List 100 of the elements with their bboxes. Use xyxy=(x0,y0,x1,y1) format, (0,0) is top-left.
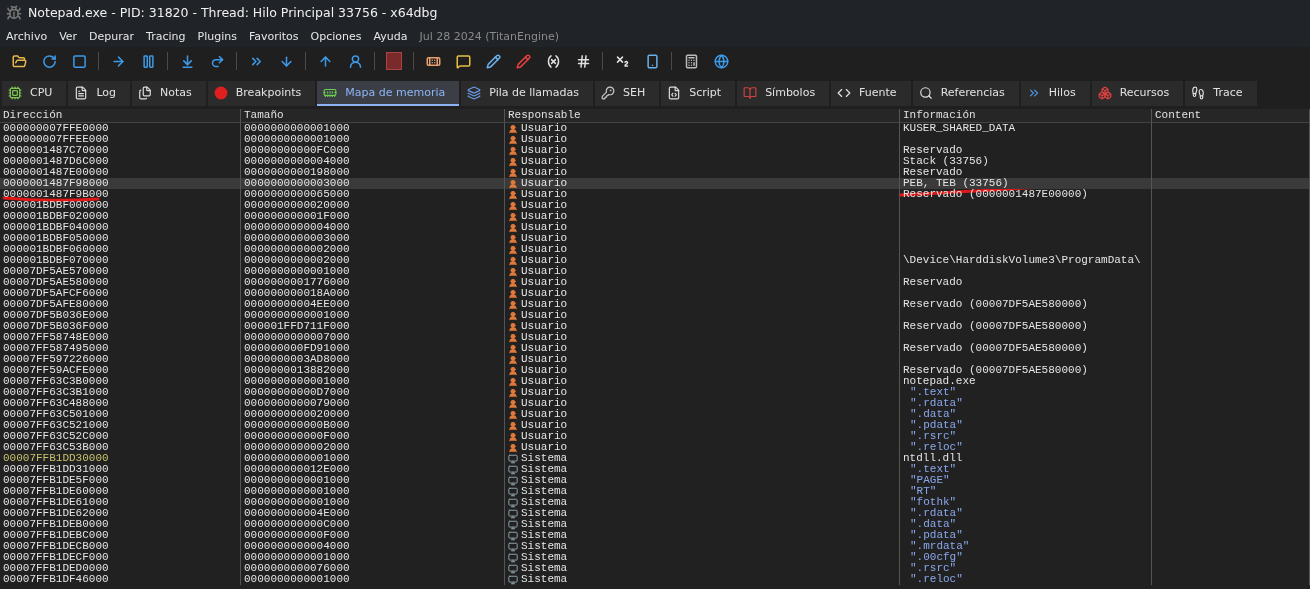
table-cell: 00007FFB1DF46000 xyxy=(0,574,241,585)
tab[interactable]: CPU xyxy=(2,81,67,106)
table-cell: ".rdata" xyxy=(900,508,1152,519)
stack-icon xyxy=(467,85,482,100)
arrow-right-icon xyxy=(110,53,126,69)
table-cell: 0000000000001000 xyxy=(241,310,505,321)
table-cell: 000001BDBF060000 xyxy=(0,244,241,255)
table-cell: 00007DF5B036E000 xyxy=(0,310,241,321)
owner-text: Usuario xyxy=(521,376,568,387)
device-icon xyxy=(644,53,660,69)
tab[interactable]: Símbolos xyxy=(737,81,830,106)
table-cell: 000000000000F000 xyxy=(241,530,505,541)
table-cell: ".rsrc" xyxy=(900,563,1152,574)
table-cell: 000001BDBF040000 xyxy=(0,222,241,233)
table-cell: ".reloc" xyxy=(900,574,1152,585)
footprints-icon xyxy=(1191,85,1206,100)
table-cell: notepad.exe xyxy=(900,376,1152,387)
owner-text: Sistema xyxy=(521,563,568,574)
table-cell: 0000000000001000 xyxy=(241,134,505,145)
tab[interactable]: Recursos xyxy=(1091,81,1184,106)
table-cell: ".data" xyxy=(900,519,1152,530)
menu-item[interactable]: Tracing xyxy=(142,27,194,45)
table-cell: KUSER_SHARED_DATA xyxy=(900,123,1152,134)
column-header[interactable]: Tamaño xyxy=(241,109,505,123)
table-cell: 00007FF58748E000 xyxy=(0,332,241,343)
table-cell: ntdll.dll xyxy=(900,453,1152,464)
step-over-icon xyxy=(209,53,225,69)
table-cell: 00007FF63C3B1000 xyxy=(0,387,241,398)
owner-text: Usuario xyxy=(521,167,568,178)
table-cell: Reservado (00007DF5AE580000) xyxy=(900,343,1152,354)
pause-icon xyxy=(140,53,156,69)
table-cell: ".rsrc" xyxy=(900,431,1152,442)
tab[interactable]: Hilos xyxy=(1020,81,1090,106)
owner-text: Usuario xyxy=(521,310,568,321)
tab[interactable]: Referencias xyxy=(912,81,1019,106)
pencil-icon xyxy=(515,53,531,69)
table-cell: 0000000000003000 xyxy=(241,233,505,244)
table-cell: 000000000000C000 xyxy=(241,519,505,530)
table-cell: 000001BDBF020000 xyxy=(0,211,241,222)
owner-text: Usuario xyxy=(521,266,568,277)
owner-text: Usuario xyxy=(521,365,568,376)
tab[interactable]: Log xyxy=(68,81,131,106)
tab[interactable]: Notas xyxy=(132,81,206,106)
table-cell: 0000000000001000 xyxy=(241,123,505,134)
table-cell: 000001BDBF000000 xyxy=(0,200,241,211)
column-header[interactable]: Content xyxy=(1152,109,1310,123)
table-cell: 000000007FFE0000 xyxy=(0,123,241,134)
menu-item[interactable]: Ver xyxy=(55,27,86,45)
cpu-icon xyxy=(8,85,22,100)
tab[interactable]: Pila de llamadas xyxy=(461,81,593,106)
table-cell: 0000000000002000 xyxy=(241,244,505,255)
tab[interactable]: Script xyxy=(661,81,736,106)
build-note: Jul 28 2024 (TitanEngine) xyxy=(418,29,559,43)
table-cell: 0000000000020000 xyxy=(241,200,505,211)
table-cell: 00007FFB1DE61000 xyxy=(0,497,241,508)
table-cell: 0000000000004000 xyxy=(241,222,505,233)
table-cell: 0000000000065000 xyxy=(241,189,505,200)
step-into-icon xyxy=(179,53,195,69)
table-cell: ".00cfg" xyxy=(900,552,1152,563)
hash-icon xyxy=(575,53,591,69)
owner-text: Usuario xyxy=(521,200,568,211)
owner-text: Usuario xyxy=(521,299,568,310)
globe-icon xyxy=(713,53,729,69)
tab[interactable]: Breakpoints xyxy=(207,81,316,106)
table-cell: 0000000000001000 xyxy=(241,453,505,464)
table-cell: 0000000000007000 xyxy=(241,332,505,343)
menu-item[interactable]: Archivo xyxy=(2,27,56,45)
tab[interactable]: Mapa de memoria xyxy=(317,81,460,106)
menu-item[interactable]: Plugins xyxy=(193,27,245,45)
owner-text: Sistema xyxy=(521,552,568,563)
menu-item[interactable]: Favoritos xyxy=(244,27,307,45)
menu-item[interactable]: Ayuda xyxy=(369,27,416,45)
table-cell: 00007FFB1DED0000 xyxy=(0,563,241,574)
menu-item[interactable]: Opciones xyxy=(306,27,370,45)
tab[interactable]: Fuente xyxy=(831,81,911,106)
column-header[interactable]: Dirección xyxy=(0,109,241,123)
column-header[interactable]: Responsable xyxy=(505,109,900,123)
owner-text: Usuario xyxy=(521,277,568,288)
table-cell: 0000000000079000 xyxy=(241,398,505,409)
search-icon xyxy=(918,85,933,100)
table-cell: Reservado xyxy=(900,145,1152,156)
table-cell: 00007DF5AE570000 xyxy=(0,266,241,277)
menu-item[interactable]: Depurar xyxy=(85,27,143,45)
table-cell: 00007DF5B036F000 xyxy=(0,321,241,332)
column-header[interactable]: Información xyxy=(900,109,1152,123)
table-cell: 0000000000001000 xyxy=(241,376,505,387)
table-cell: 00007FFB1DECB000 xyxy=(0,541,241,552)
table-cell: Reservado (00007DF5AE580000) xyxy=(900,299,1152,310)
table-cell: 00007DF5AFCF6000 xyxy=(0,288,241,299)
table-cell: 0000000000004000 xyxy=(241,156,505,167)
tab[interactable]: SEH xyxy=(595,81,660,106)
table-cell: 00007FF63C521000 xyxy=(0,420,241,431)
table-cell: 000001BDBF070000 xyxy=(0,255,241,266)
table-cell: 0000000000001000 xyxy=(241,574,505,585)
table-cell: 00007FFB1DECF000 xyxy=(0,552,241,563)
table-cell: 000000000012E000 xyxy=(241,464,505,475)
table-cell: 0000000000002000 xyxy=(241,442,505,453)
table-cell: 0000000000001000 xyxy=(241,475,505,486)
table-cell: 0000000013882000 xyxy=(241,365,505,376)
tab[interactable]: Trace xyxy=(1185,81,1257,106)
